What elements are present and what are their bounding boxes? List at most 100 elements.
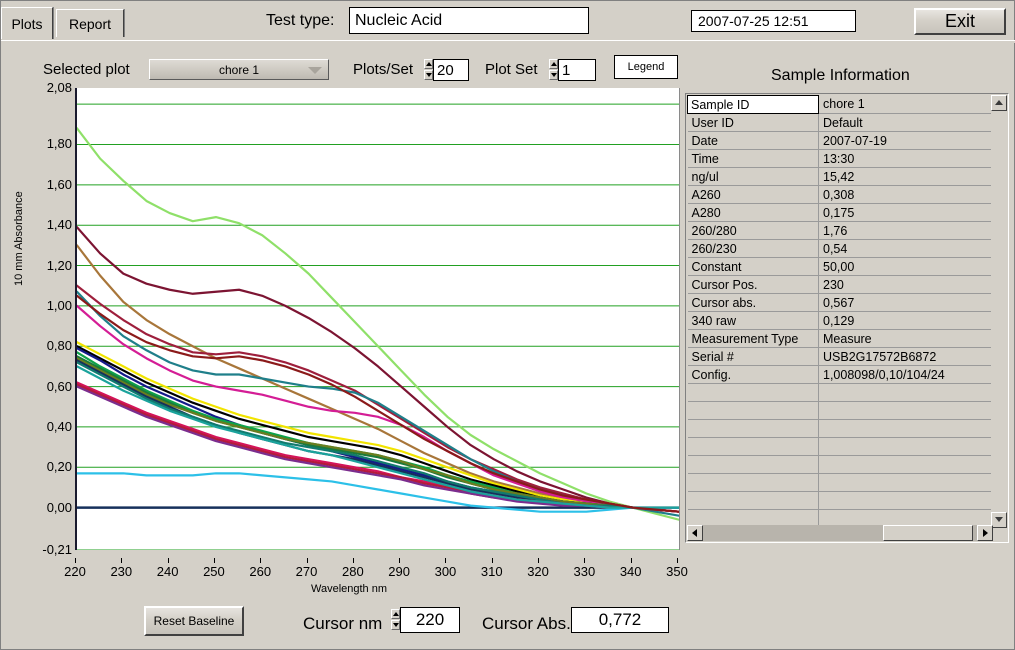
table-row[interactable] [687,383,993,402]
cursor-abs-label: Cursor Abs. [482,614,571,633]
y-axis-tick-label: 1,60 [46,176,72,192]
horizontal-scrollbar[interactable] [687,525,993,541]
table-cell-key: Constant [687,257,819,276]
stepper-down-icon[interactable] [549,70,558,80]
table-cell-key: 260/280 [687,221,819,240]
y-axis-tick-label: 2,08 [46,80,72,95]
table-row[interactable]: Constant 50,00 [687,257,993,276]
reset-baseline-button[interactable]: Reset Baseline [144,606,244,636]
x-axis-tick-label: 240 [156,564,179,579]
tab-plots[interactable]: Plots [1,7,53,39]
scroll-down-icon[interactable] [991,512,1007,528]
table-row[interactable] [687,455,993,474]
table-cell-value: 1,76 [818,221,993,240]
table-cell-value: 1,008098/0,10/104/24 [818,365,993,384]
table-cell-key: A280 [687,203,819,222]
x-axis-tick-mark [584,558,586,563]
table-cell-value: Default [818,113,993,132]
table-row[interactable]: Date 2007-07-19 [687,131,993,150]
selected-plot-dropdown[interactable]: chore 1 [149,59,329,80]
stepper-up-icon[interactable] [549,59,558,69]
table-row[interactable]: Measurement Type Measure [687,329,993,348]
table-cell-key: Measurement Type [687,329,819,348]
stepper-down-icon[interactable] [391,620,400,630]
x-axis-tick-mark [677,558,678,563]
x-axis-tick-mark [121,558,123,563]
table-cell-key: Time [687,149,819,168]
plots-per-set-stepper[interactable] [424,59,433,80]
table-row[interactable] [687,473,993,492]
cursor-abs-value: 0,772 [598,610,642,629]
selected-plot-value: chore 1 [218,62,260,77]
table-row[interactable]: 260/230 0,54 [687,239,993,258]
stepper-up-icon[interactable] [424,59,433,69]
table-row[interactable] [687,401,993,420]
table-cell-value: Measure [818,329,993,348]
table-cell-key [687,491,819,510]
chevron-down-icon [308,67,322,74]
table-cell-key: ng/ul [687,167,819,186]
cursor-nm-stepper[interactable] [391,609,400,630]
table-cell-value [818,491,993,510]
legend-button[interactable]: Legend [614,55,678,79]
table-cell-value [818,383,993,402]
table-row[interactable]: A260 0,308 [687,185,993,204]
x-axis-tick-mark [491,558,493,563]
scroll-up-icon[interactable] [991,95,1007,111]
table-row[interactable]: 340 raw 0,129 [687,311,993,330]
table-row[interactable]: Config. 1,008098/0,10/104/24 [687,365,993,384]
table-cell-value: 2007-07-19 [818,131,993,150]
test-type-field[interactable]: Nucleic Acid [349,7,589,34]
x-axis-tick-mark [213,558,215,563]
y-axis-tick-label: 1,80 [46,136,72,152]
stepper-down-icon[interactable] [424,70,433,80]
table-cell-value [818,437,993,456]
cursor-nm-input[interactable]: 220 [400,607,460,633]
scroll-left-icon[interactable] [687,525,703,541]
table-row[interactable]: Sample ID chore 1 [687,95,993,114]
x-axis-tick-label: 280 [341,564,364,579]
x-axis-tick-label: 320 [527,564,549,579]
plot-line [77,361,679,509]
application-window: Plots Report Test type: Nucleic Acid 200… [0,0,1015,650]
table-row[interactable] [687,419,993,438]
plot-set-stepper[interactable] [549,59,558,80]
table-cell-key: Date [687,131,819,150]
plots-per-set-value: 20 [437,61,454,79]
table-row[interactable]: Cursor abs. 0,567 [687,293,993,312]
table-row[interactable]: Cursor Pos. 230 [687,275,993,294]
plot-canvas[interactable] [75,88,680,550]
vertical-scrollbar[interactable] [991,95,1007,528]
datetime-value: 2007-07-25 12:51 [698,13,809,29]
table-row[interactable] [687,437,993,456]
horizontal-scroll-thumb[interactable] [883,525,973,541]
scroll-right-icon[interactable] [977,525,993,541]
stepper-up-icon[interactable] [391,609,400,619]
sample-information-scroll-area[interactable]: Sample ID chore 1 User ID Default Date 2007-0… [687,95,993,528]
exit-button[interactable]: Exit [914,8,1006,35]
table-cell-key: 340 raw [687,311,819,330]
x-axis-tick-label: 270 [295,564,318,579]
table-row[interactable]: ng/ul 15,42 [687,167,993,186]
table-row[interactable] [687,491,993,510]
table-cell-value: 0,54 [818,239,993,258]
table-row[interactable]: Serial # USB2G17572B6872 [687,347,993,366]
tab-report[interactable]: Report [56,9,124,37]
tab-plots-label: Plots [11,15,43,32]
plots-per-set-input[interactable]: 20 [433,59,469,81]
table-cell-value: 0,308 [818,185,993,204]
table-row[interactable]: 260/280 1,76 [687,221,993,240]
table-row[interactable]: User ID Default [687,113,993,132]
x-axis-tick-mark [167,558,169,563]
x-axis-tick-mark [630,558,632,563]
plot-set-input[interactable]: 1 [558,59,596,81]
y-axis-tick-label: 1,20 [46,257,72,273]
exit-button-label: Exit [944,11,975,31]
x-axis-tick-mark [260,558,262,563]
table-row[interactable]: A280 0,175 [687,203,993,222]
test-type-label: Test type: [266,12,335,29]
tab-report-label: Report [68,15,112,32]
table-row[interactable]: Time 13:30 [687,149,993,168]
cursor-nm-value: 220 [415,610,445,629]
spectrum-plot: 10 mm Absorbance 2,08 1,80 1,60 1,40 1,20 1,0… [13,80,688,595]
